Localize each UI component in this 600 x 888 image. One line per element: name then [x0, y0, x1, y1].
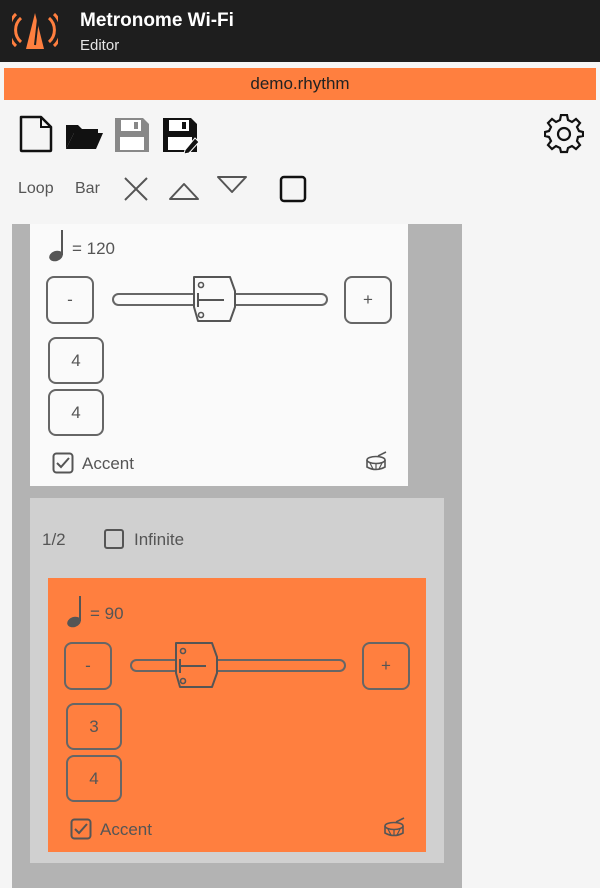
bar-button[interactable]: Bar: [75, 180, 100, 198]
loop-button[interactable]: Loop: [18, 180, 54, 198]
tempo-decrease-button[interactable]: -: [64, 642, 112, 690]
accent-checkbox-checked-icon[interactable]: [70, 818, 92, 840]
app-subtitle: Editor: [80, 37, 120, 54]
accent-label[interactable]: Accent: [82, 454, 134, 474]
save-icon[interactable]: [113, 116, 151, 154]
move-down-icon[interactable]: [216, 174, 248, 196]
save-as-icon[interactable]: [161, 116, 201, 154]
settings-gear-icon[interactable]: [544, 114, 584, 154]
drum-icon[interactable]: [382, 817, 406, 839]
tempo-slider[interactable]: [110, 274, 330, 324]
infinite-label[interactable]: Infinite: [134, 530, 184, 550]
accent-checkbox-checked-icon[interactable]: [52, 452, 74, 474]
stop-icon[interactable]: [279, 175, 307, 203]
move-up-icon[interactable]: [168, 180, 200, 202]
delete-x-icon[interactable]: [122, 175, 150, 203]
file-name-bar: demo.rhythm: [4, 68, 596, 100]
group-counter: 1/2: [42, 530, 66, 549]
tempo-increase-button[interactable]: +: [344, 276, 392, 324]
beat-unit-button[interactable]: 4: [66, 755, 122, 802]
quarter-note-icon: [49, 230, 63, 262]
quarter-note-icon: [67, 596, 81, 628]
accent-label[interactable]: Accent: [100, 820, 152, 840]
new-file-icon[interactable]: [18, 115, 54, 153]
app-bar: Metronome Wi-Fi Editor: [0, 0, 600, 62]
tempo-increase-button[interactable]: +: [362, 642, 410, 690]
app-title: Metronome Wi-Fi: [80, 10, 234, 31]
tempo-decrease-button[interactable]: -: [46, 276, 94, 324]
metronome-logo-icon: [12, 12, 58, 49]
tempo-slider[interactable]: [128, 640, 348, 690]
tempo-value: = 120: [72, 239, 116, 258]
beats-per-bar-button[interactable]: 3: [66, 703, 122, 750]
open-folder-icon[interactable]: [64, 117, 104, 153]
tempo-value: = 90: [90, 604, 124, 623]
infinite-checkbox[interactable]: [104, 529, 124, 549]
beats-per-bar-button[interactable]: 4: [48, 337, 104, 384]
beat-unit-button[interactable]: 4: [48, 389, 104, 436]
drum-icon[interactable]: [364, 451, 388, 473]
